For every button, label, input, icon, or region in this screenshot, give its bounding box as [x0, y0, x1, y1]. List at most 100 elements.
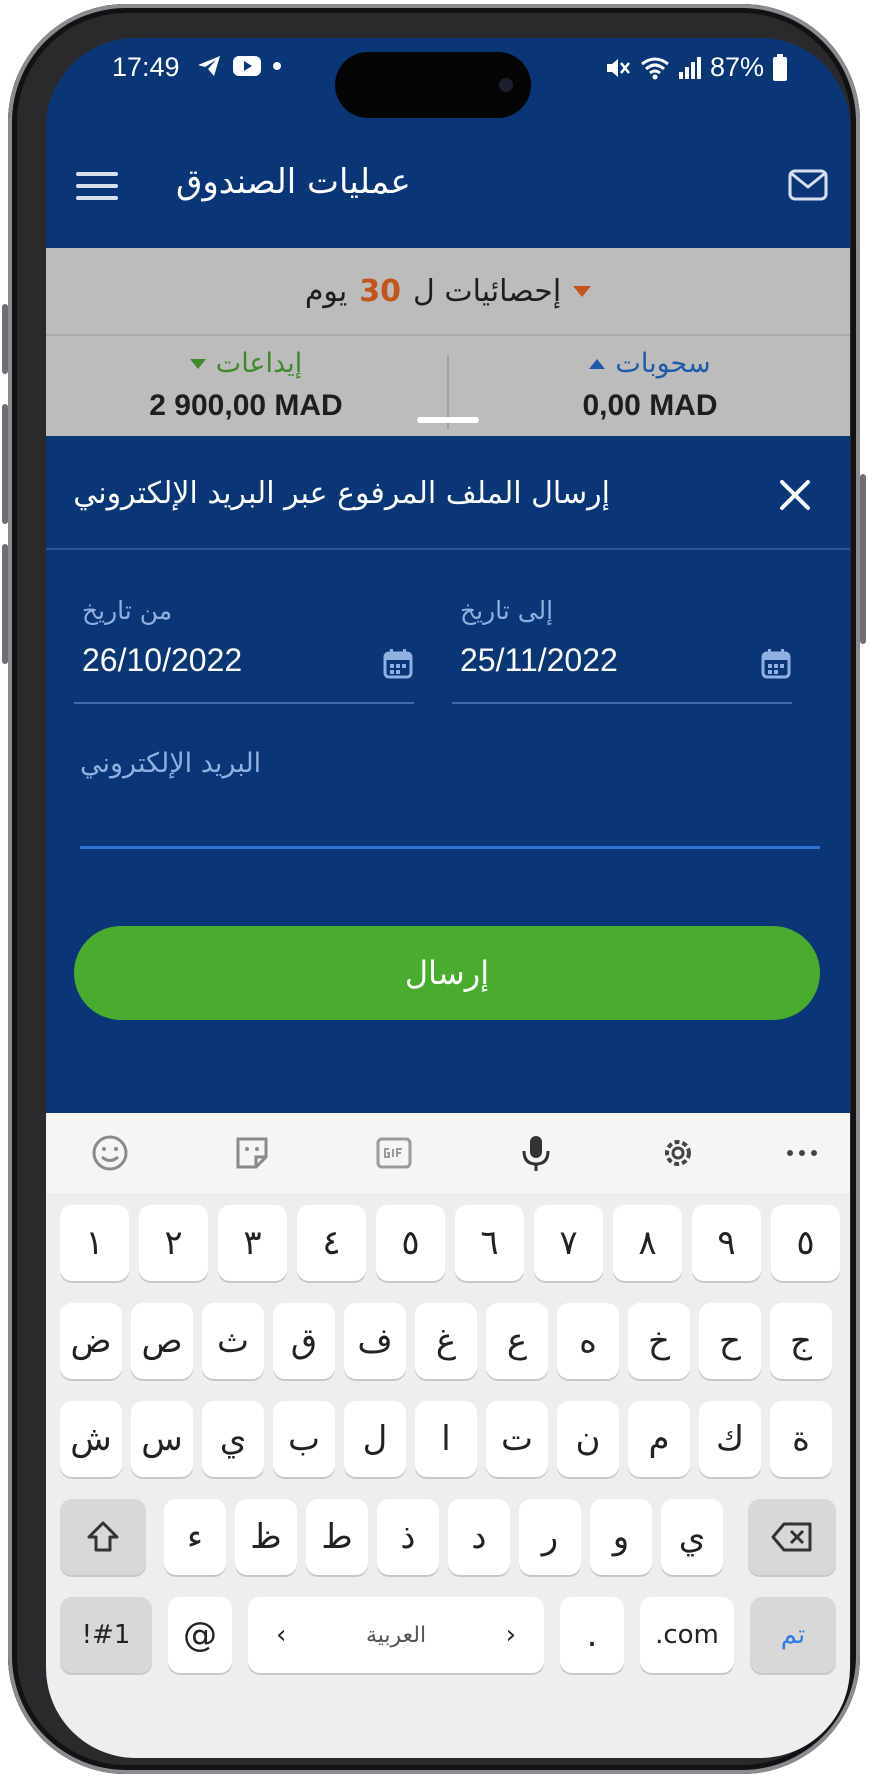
keyboard-key[interactable]: ب	[273, 1401, 335, 1477]
email-export-sheet: إرسال الملف المرفوع عبر البريد الإلكترون…	[46, 436, 850, 1113]
deposits-amount: 2 900,00 MAD	[149, 389, 343, 422]
at-key[interactable]: @	[168, 1597, 232, 1673]
symbols-key[interactable]: !#1	[60, 1597, 152, 1673]
keyboard-key[interactable]: ج	[770, 1303, 832, 1379]
dotcom-key[interactable]: .com	[640, 1597, 734, 1673]
caret-down-icon	[189, 358, 206, 369]
keyboard-key[interactable]: ص	[131, 1303, 193, 1379]
keyboard-key[interactable]: ٩	[692, 1205, 761, 1281]
deposits-stat[interactable]: إيداعات 2 900,00 MAD	[46, 348, 446, 423]
email-field[interactable]	[80, 788, 824, 846]
more-options-icon[interactable]	[782, 1133, 822, 1173]
gif-icon[interactable]	[374, 1133, 414, 1173]
keyboard-key[interactable]: ا	[415, 1401, 477, 1477]
mail-icon[interactable]	[788, 168, 828, 202]
screen: 17:49 87% عمليات الصندوق إحصائيات ل 30 ي…	[46, 38, 850, 1758]
keyboard-key[interactable]: و	[590, 1499, 652, 1575]
status-notification-icons	[196, 54, 282, 78]
space-bar[interactable]: ‹ العربية ›	[248, 1597, 544, 1673]
keyboard-key[interactable]: د	[448, 1499, 510, 1575]
keyboard-key[interactable]: ٧	[534, 1205, 603, 1281]
backspace-key[interactable]	[748, 1499, 836, 1575]
telegram-icon	[198, 56, 220, 76]
from-date-field[interactable]: من تاريخ 26/10/2022	[74, 596, 414, 704]
keyboard-key[interactable]: ك	[699, 1401, 761, 1477]
email-field-label: البريد الإلكتروني	[80, 748, 262, 779]
keyboard-toolbar	[46, 1113, 850, 1193]
wifi-icon	[641, 57, 669, 79]
stats-days: 30	[359, 273, 402, 309]
microphone-icon[interactable]	[516, 1133, 556, 1173]
camera-icon	[499, 78, 513, 92]
calendar-icon[interactable]	[382, 648, 414, 680]
keyboard-key[interactable]: ٥	[376, 1205, 445, 1281]
done-key[interactable]: تم	[750, 1597, 836, 1673]
period-key[interactable]: .	[560, 1597, 624, 1673]
field-underline-focused	[80, 846, 820, 849]
sticker-icon[interactable]	[232, 1133, 272, 1173]
keyboard-key[interactable]: ض	[60, 1303, 122, 1379]
keyboard-key[interactable]: ل	[344, 1401, 406, 1477]
divider	[46, 334, 850, 336]
keyboard-key[interactable]: ث	[202, 1303, 264, 1379]
keyboard-key[interactable]: ٣	[218, 1205, 287, 1281]
page-title: عمليات الصندوق	[176, 162, 411, 202]
hamburger-menu-icon[interactable]	[76, 166, 118, 206]
caret-down-icon	[573, 285, 592, 297]
dynamic-island	[335, 52, 531, 118]
keyboard-key[interactable]: ق	[273, 1303, 335, 1379]
app-bar: عمليات الصندوق	[46, 134, 850, 248]
space-bar-label: العربية	[365, 1622, 427, 1648]
keyboard-key[interactable]: ١	[60, 1205, 129, 1281]
calendar-icon[interactable]	[760, 648, 792, 680]
keyboard-key[interactable]: خ	[628, 1303, 690, 1379]
signal-icon	[678, 56, 701, 79]
battery-icon	[773, 53, 787, 81]
keyboard-key[interactable]: ة	[770, 1401, 832, 1477]
shift-key[interactable]	[60, 1499, 146, 1575]
divider	[46, 548, 850, 550]
keyboard-key[interactable]: ء	[164, 1499, 226, 1575]
volume-up-button	[2, 404, 8, 524]
keyboard-key[interactable]: ٥	[771, 1205, 840, 1281]
keyboard-key[interactable]: ٨	[613, 1205, 682, 1281]
keyboard-key[interactable]: ن	[557, 1401, 619, 1477]
caret-up-icon	[589, 358, 606, 369]
keyboard-key[interactable]: ٤	[297, 1205, 366, 1281]
keyboard-key[interactable]: ي	[202, 1401, 264, 1477]
deposits-label: إيداعات	[215, 348, 303, 379]
to-date-field[interactable]: إلى تاريخ 25/11/2022	[452, 596, 792, 704]
keyboard-key[interactable]: ح	[699, 1303, 761, 1379]
keyboard-key[interactable]: ع	[486, 1303, 548, 1379]
keyboard-key[interactable]: ش	[60, 1401, 122, 1477]
keyboard-key[interactable]: ٢	[139, 1205, 208, 1281]
chevron-left-icon: ‹	[276, 1620, 287, 1650]
stats-period-selector[interactable]: إحصائيات ل 30 يوم	[46, 248, 850, 334]
close-icon[interactable]	[778, 478, 812, 512]
dot-icon	[273, 62, 281, 70]
emoji-icon[interactable]	[90, 1133, 130, 1173]
settings-gear-icon[interactable]	[658, 1133, 698, 1173]
keyboard-key[interactable]: ر	[519, 1499, 581, 1575]
keyboard-key[interactable]: ي	[661, 1499, 723, 1575]
keyboard-key[interactable]: م	[628, 1401, 690, 1477]
keyboard-key[interactable]: ٦	[455, 1205, 524, 1281]
keyboard-key[interactable]: ت	[486, 1401, 548, 1477]
stats-panel: إحصائيات ل 30 يوم إيداعات 2 900,00 MAD س…	[46, 248, 850, 436]
sheet-drag-handle[interactable]	[417, 417, 479, 423]
youtube-icon	[233, 56, 261, 76]
send-button[interactable]: إرسال	[74, 926, 820, 1020]
keyboard-key[interactable]: ظ	[235, 1499, 297, 1575]
keyboard-key[interactable]: ف	[344, 1303, 406, 1379]
arabic-keyboard: ١٢٣٤٥٦٧٨٩٥ضصثقفغعهخحجشسيبلاتنمكةءظطذدروي…	[46, 1193, 850, 1758]
keyboard-key[interactable]: س	[131, 1401, 193, 1477]
keyboard-key[interactable]: غ	[415, 1303, 477, 1379]
action-button	[2, 304, 8, 374]
keyboard-key[interactable]: ذ	[377, 1499, 439, 1575]
to-date-label: إلى تاريخ	[460, 596, 554, 625]
phone-frame: 17:49 87% عمليات الصندوق إحصائيات ل 30 ي…	[2, 4, 866, 1774]
keyboard-key[interactable]: ه	[557, 1303, 619, 1379]
chevron-right-icon: ›	[505, 1620, 516, 1650]
keyboard-key[interactable]: ط	[306, 1499, 368, 1575]
withdrawals-stat[interactable]: سحوبات 0,00 MAD	[450, 348, 850, 423]
